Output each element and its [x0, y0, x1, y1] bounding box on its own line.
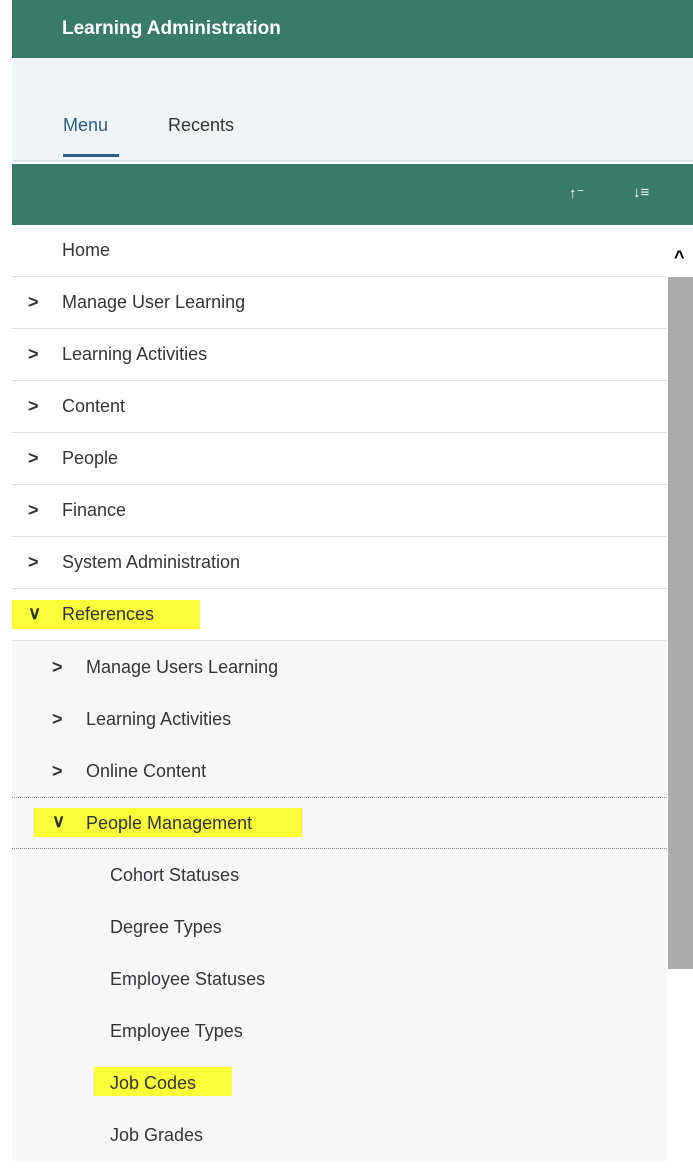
menu-item-references[interactable]: ∨ References	[12, 589, 667, 641]
menu-toolbar: ↑⁻ ↓≡	[12, 164, 693, 225]
scroll-up-icon[interactable]: ^	[674, 247, 685, 268]
menu-item-label: People Management	[86, 812, 253, 833]
menu-item-label: System Administration	[62, 552, 241, 572]
leaf-item-employee-types[interactable]: Employee Types	[12, 1005, 667, 1057]
chevron-right-icon: >	[52, 656, 63, 677]
chevron-right-icon: >	[28, 396, 39, 416]
leaf-item-job-codes[interactable]: Job Codes	[12, 1057, 667, 1109]
chevron-right-icon: >	[28, 500, 39, 520]
app-header: Learning Administration	[12, 0, 693, 58]
submenu-item-manage-users-learning[interactable]: > Manage Users Learning	[12, 641, 667, 693]
menu-item-learning-activities[interactable]: > Learning Activities	[12, 329, 667, 381]
leaf-item-job-grades[interactable]: Job Grades	[12, 1109, 667, 1161]
chevron-right-icon: >	[28, 552, 39, 572]
chevron-right-icon: >	[52, 708, 63, 729]
menu-item-home[interactable]: Home	[12, 225, 667, 277]
menu-item-label: Cohort Statuses	[110, 864, 240, 885]
leaf-item-degree-types[interactable]: Degree Types	[12, 901, 667, 953]
scrollbar-thumb[interactable]	[668, 277, 693, 969]
menu-item-label: Finance	[62, 500, 127, 520]
submenu-item-learning-activities[interactable]: > Learning Activities	[12, 693, 667, 745]
menu-item-finance[interactable]: > Finance	[12, 485, 667, 537]
menu-item-label: Learning Activities	[62, 344, 208, 364]
menu-item-label: Degree Types	[110, 916, 222, 937]
tab-menu[interactable]: Menu	[63, 115, 108, 136]
submenu-item-online-content[interactable]: > Online Content	[12, 745, 667, 797]
app-title: Learning Administration	[62, 18, 281, 39]
menu-item-label: Content	[62, 396, 126, 416]
leaf-item-cohort-statuses[interactable]: Cohort Statuses	[12, 849, 667, 901]
menu-item-label: Manage Users Learning	[86, 656, 279, 677]
navigation-menu: Home > Manage User Learning > Learning A…	[12, 225, 667, 1168]
menu-item-label: Job Grades	[110, 1124, 204, 1145]
menu-item-label: Online Content	[86, 760, 207, 781]
chevron-right-icon: >	[28, 292, 39, 312]
active-tab-indicator	[63, 154, 119, 157]
menu-item-label: Employee Statuses	[110, 968, 266, 989]
menu-item-label: People	[62, 448, 119, 468]
sort-descending-icon[interactable]: ↓≡	[633, 184, 649, 201]
submenu-item-people-management[interactable]: ∨ People Management	[12, 797, 667, 849]
chevron-right-icon: >	[28, 344, 39, 364]
menu-item-manage-user-learning[interactable]: > Manage User Learning	[12, 277, 667, 329]
menu-item-label: Home	[62, 240, 111, 260]
chevron-right-icon: >	[28, 448, 39, 468]
chevron-right-icon: >	[52, 760, 63, 781]
menu-item-label: References	[62, 604, 155, 624]
leaf-item-employee-statuses[interactable]: Employee Statuses	[12, 953, 667, 1005]
menu-item-people[interactable]: > People	[12, 433, 667, 485]
chevron-down-icon: ∨	[52, 811, 66, 831]
tab-bar: Menu Recents	[12, 58, 693, 162]
menu-item-content[interactable]: > Content	[12, 381, 667, 433]
menu-item-label: Manage User Learning	[62, 292, 246, 312]
menu-item-system-administration[interactable]: > System Administration	[12, 537, 667, 589]
menu-item-label: Job Codes	[110, 1072, 197, 1093]
tab-recents[interactable]: Recents	[168, 115, 234, 136]
menu-item-label: Learning Activities	[86, 708, 232, 729]
chevron-down-icon: ∨	[28, 603, 42, 623]
menu-item-label: Employee Types	[110, 1020, 243, 1041]
sort-ascending-icon[interactable]: ↑⁻	[569, 184, 584, 202]
